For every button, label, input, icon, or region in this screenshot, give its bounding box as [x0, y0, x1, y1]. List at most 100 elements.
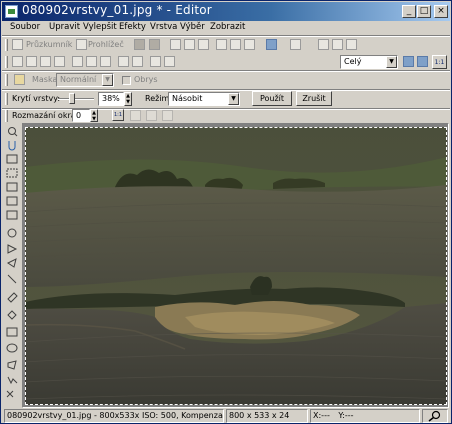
- new-file-icon[interactable]: [170, 39, 181, 50]
- resize-icon[interactable]: [332, 39, 343, 50]
- fill-tool-icon[interactable]: [7, 310, 17, 320]
- tools-toolbar: Celý ▼ 1:1: [2, 54, 450, 70]
- toolbar-grip[interactable]: [5, 110, 8, 122]
- browser-button[interactable]: Průzkumník: [26, 38, 72, 52]
- back-arrow-icon[interactable]: [134, 39, 145, 50]
- mode-select[interactable]: Násobit ▼: [168, 92, 240, 106]
- menu-efekty[interactable]: Efekty: [119, 22, 146, 32]
- mask-select[interactable]: Normální ▼: [56, 73, 114, 87]
- cancel-button[interactable]: Zrušit: [296, 91, 332, 106]
- outline-checkbox[interactable]: [122, 76, 131, 85]
- feather-spinner[interactable]: ▲ ▼: [90, 109, 98, 122]
- menu-vylepsit[interactable]: Vylepšit: [83, 22, 117, 32]
- crop-tool-icon[interactable]: [6, 154, 18, 164]
- polygon-tool-icon[interactable]: [7, 360, 17, 370]
- status-navigator[interactable]: [422, 409, 448, 423]
- feather-1to1-button[interactable]: 1:1: [112, 109, 124, 121]
- zoom-1to1-button[interactable]: 1:1: [432, 55, 447, 69]
- rotate-icon[interactable]: [318, 39, 329, 50]
- fit-width-icon[interactable]: [417, 56, 428, 67]
- line-tool-icon[interactable]: [7, 274, 17, 284]
- selection-add-icon[interactable]: [130, 110, 141, 121]
- chevron-down-icon[interactable]: ▼: [102, 74, 113, 86]
- color-icon[interactable]: [54, 56, 65, 67]
- zoom-select[interactable]: Celý ▼: [340, 55, 398, 69]
- maximize-button[interactable]: □: [417, 5, 431, 18]
- brush-tool-icon[interactable]: [7, 244, 18, 254]
- close-button[interactable]: ×: [434, 5, 448, 18]
- photo-content: [25, 127, 447, 405]
- sharpen-icon[interactable]: [72, 56, 83, 67]
- selection-subtract-icon[interactable]: [146, 110, 157, 121]
- opacity-input[interactable]: 38%: [98, 92, 124, 106]
- zoom-tool-icon[interactable]: [8, 127, 16, 135]
- fit-window-icon[interactable]: [403, 56, 414, 67]
- adjust-icon[interactable]: [12, 56, 23, 67]
- ellipse-tool-icon[interactable]: [6, 343, 18, 353]
- toolbar-grip[interactable]: [5, 74, 8, 86]
- noise-icon[interactable]: [100, 56, 111, 67]
- menu-vrstva[interactable]: Vrstva: [150, 22, 177, 32]
- title-bar[interactable]: 080902vrstvy_01.jpg * - Editor _ □ ×: [2, 2, 450, 21]
- toolbar-grip[interactable]: [5, 39, 8, 51]
- menu-soubor[interactable]: Soubor: [10, 22, 40, 32]
- chevron-down-icon[interactable]: ▼: [228, 93, 239, 105]
- effect-icon[interactable]: [118, 56, 129, 67]
- opacity-slider-track[interactable]: [58, 98, 94, 100]
- chevron-down-icon[interactable]: ▼: [386, 56, 397, 68]
- paste-icon[interactable]: [244, 39, 255, 50]
- layer-icon[interactable]: [164, 56, 175, 67]
- lasso-tool-icon[interactable]: [7, 376, 18, 385]
- feather-input[interactable]: 0: [72, 109, 90, 122]
- image-canvas[interactable]: [22, 123, 449, 408]
- tool-palette-icons: [6, 127, 18, 398]
- feather-toolbar: Rozmazání okrajů: 0 ▲ ▼ 1:1: [2, 109, 450, 123]
- apply-button[interactable]: Použít: [252, 91, 292, 106]
- opacity-spinner[interactable]: ▲ ▼: [124, 92, 132, 106]
- menu-zobrazit[interactable]: Zobrazit: [210, 22, 245, 32]
- menu-vyber[interactable]: Výběr: [180, 22, 205, 32]
- toolbar-grip[interactable]: [5, 93, 8, 105]
- cut-icon[interactable]: [216, 39, 227, 50]
- toolbar-grip[interactable]: [5, 56, 8, 68]
- status-cursor-position: X:--- Y:---: [310, 409, 420, 423]
- status-file-info: 080902vrstvy_01.jpg - 800x533x ISO: 500,…: [4, 409, 224, 423]
- hand-tool-icon[interactable]: [8, 141, 16, 151]
- viewer-icon: [76, 39, 87, 50]
- blur-icon[interactable]: [86, 56, 97, 67]
- rect-select-tool-icon[interactable]: [6, 168, 18, 178]
- mask-brush-icon: [14, 74, 25, 85]
- main-toolbar: Průzkumník Prohlížeč: [2, 37, 450, 53]
- navigator-magnifier-icon[interactable]: [423, 410, 447, 422]
- text-tool-icon[interactable]: [150, 56, 161, 67]
- forward-arrow-icon[interactable]: [149, 39, 160, 50]
- magic-wand-tool-icon[interactable]: [6, 390, 14, 398]
- rectangle-tool-icon[interactable]: [6, 327, 18, 337]
- selection-intersect-icon[interactable]: [162, 110, 173, 121]
- viewer-button[interactable]: Prohlížeč: [88, 38, 124, 52]
- clone-tool-icon[interactable]: [6, 210, 18, 220]
- pencil-tool-icon[interactable]: [7, 258, 17, 268]
- redo-icon[interactable]: [290, 39, 301, 50]
- app-icon[interactable]: [5, 5, 18, 18]
- dodge-tool-icon[interactable]: [7, 228, 17, 238]
- menu-upravit[interactable]: Upravit: [49, 22, 80, 32]
- minimize-button[interactable]: _: [402, 5, 416, 18]
- frame-icon[interactable]: [132, 56, 143, 67]
- menu-bar: Soubor Upravit Vylepšit Efekty Vrstva Vý…: [2, 21, 450, 35]
- crop-icon[interactable]: [346, 39, 357, 50]
- opacity-slider-thumb[interactable]: [68, 93, 75, 104]
- mode-value: Násobit: [172, 94, 203, 103]
- editor-window: 080902vrstvy_01.jpg * - Editor _ □ × Sou…: [0, 0, 452, 424]
- landscape-photo[interactable]: [25, 127, 447, 405]
- copy-icon[interactable]: [230, 39, 241, 50]
- undo-icon[interactable]: [266, 39, 277, 50]
- straighten-tool-icon[interactable]: [6, 182, 18, 192]
- print-icon[interactable]: [198, 39, 209, 50]
- levels-icon[interactable]: [26, 56, 37, 67]
- eraser-tool-icon[interactable]: [7, 292, 18, 303]
- curves-icon[interactable]: [40, 56, 51, 67]
- save-icon[interactable]: [184, 39, 195, 50]
- status-dimensions: 800 x 533 x 24: [226, 409, 308, 423]
- redeye-tool-icon[interactable]: [6, 196, 18, 206]
